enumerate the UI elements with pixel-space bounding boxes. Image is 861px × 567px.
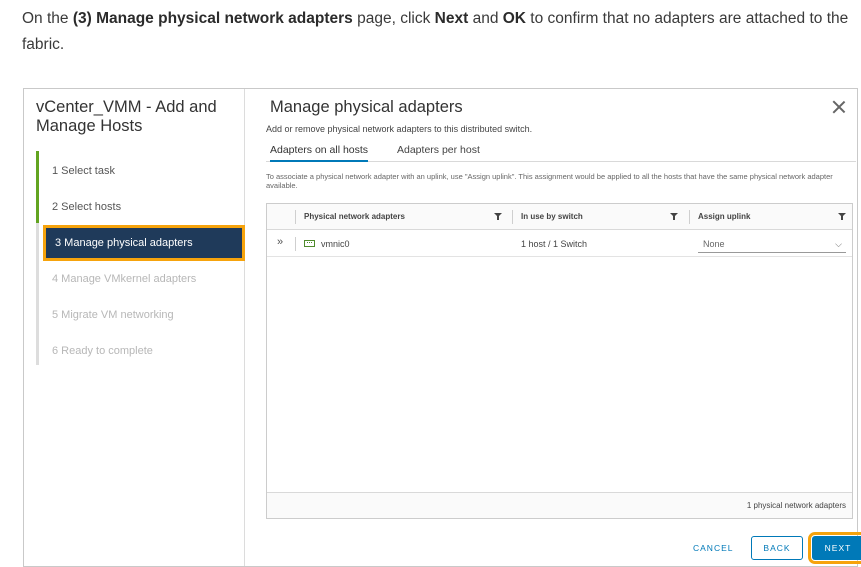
- uplink-value: None: [703, 239, 725, 249]
- instruction-part: and: [468, 10, 503, 27]
- page-subtitle: Add or remove physical network adapters …: [266, 124, 533, 134]
- column-header-adapters: Physical network adapters: [304, 212, 405, 221]
- step-manage-physical-adapters[interactable]: 3 Manage physical adapters: [43, 225, 245, 261]
- uplink-note: To associate a physical network adapter …: [266, 172, 833, 190]
- add-manage-hosts-dialog: vCenter_VMM - Add and Manage Hosts 1 Sel…: [23, 88, 861, 567]
- expand-icon[interactable]: »: [277, 236, 283, 248]
- step-ready-to-complete: 6 Ready to complete: [52, 345, 153, 357]
- column-separator: [295, 237, 296, 251]
- instruction-text: On the (3) Manage physical network adapt…: [22, 6, 852, 58]
- next-button[interactable]: NEXT: [808, 532, 861, 564]
- instruction-bold-ok: OK: [502, 10, 526, 27]
- filter-icon[interactable]: [838, 213, 846, 221]
- assign-uplink-select[interactable]: None ⌵: [698, 236, 846, 253]
- wizard-steps: 1 Select task 2 Select hosts 3 Manage ph…: [36, 151, 246, 365]
- step-select-hosts[interactable]: 2 Select hosts: [43, 192, 243, 222]
- instruction-part: On the: [22, 10, 73, 27]
- chevron-down-icon: ⌵: [835, 239, 842, 249]
- wizard-main: Manage physical adapters Add or remove p…: [246, 89, 861, 566]
- step-select-task[interactable]: 1 Select task: [43, 156, 243, 186]
- network-adapter-icon: [304, 240, 315, 247]
- tab-adapters-on-all-hosts[interactable]: Adapters on all hosts: [270, 144, 369, 162]
- page-title: Manage physical adapters: [270, 98, 463, 116]
- column-separator[interactable]: [689, 210, 690, 224]
- table-row[interactable]: » vmnic0 1 host / 1 Switch None ⌵: [267, 231, 852, 257]
- close-icon[interactable]: [831, 99, 847, 115]
- column-header-assign-uplink: Assign uplink: [698, 212, 751, 221]
- in-use-by-switch: 1 host / 1 Switch: [521, 239, 588, 249]
- instruction-bold-page: (3) Manage physical network adapters: [72, 10, 353, 27]
- instruction-part: page, click: [352, 10, 435, 27]
- tab-bar: Adapters on all hosts Adapters per host: [266, 138, 856, 162]
- instruction-bold-next: Next: [434, 10, 469, 27]
- wizard-nav: vCenter_VMM - Add and Manage Hosts 1 Sel…: [24, 89, 245, 566]
- column-separator: [295, 210, 296, 224]
- column-header-in-use: In use by switch: [521, 212, 583, 221]
- adapter-name: vmnic0: [321, 239, 350, 249]
- wizard-title: vCenter_VMM - Add and Manage Hosts: [36, 98, 217, 135]
- filter-icon[interactable]: [670, 213, 678, 221]
- table-footer: 1 physical network adapters: [267, 492, 852, 518]
- back-button[interactable]: BACK: [751, 536, 803, 560]
- step-manage-vmkernel-adapters: 4 Manage VMkernel adapters: [52, 273, 197, 285]
- adapters-table: Physical network adapters In use by swit…: [266, 203, 853, 519]
- step-progress-bar: [36, 151, 39, 223]
- step-migrate-vm-networking: 5 Migrate VM networking: [52, 309, 174, 321]
- column-separator[interactable]: [512, 210, 513, 224]
- cancel-button[interactable]: CANCEL: [693, 543, 733, 553]
- filter-icon[interactable]: [494, 213, 502, 221]
- adapter-count: 1 physical network adapters: [746, 501, 846, 510]
- tab-adapters-per-host[interactable]: Adapters per host: [397, 144, 480, 162]
- table-header: Physical network adapters In use by swit…: [267, 204, 852, 230]
